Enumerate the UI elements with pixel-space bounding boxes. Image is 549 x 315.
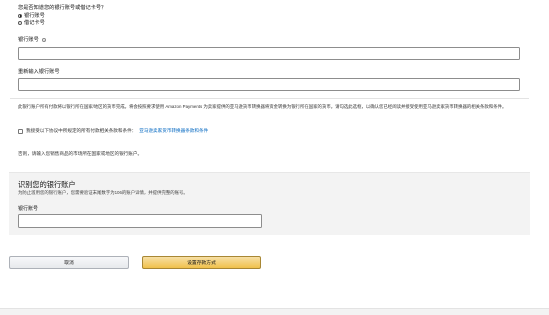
currency-converter-terms-link[interactable]: 亚马逊卖家货币转换器条款和条件 bbox=[139, 128, 208, 134]
bank-account-input[interactable] bbox=[18, 47, 520, 60]
identify-bank-account-panel: 识别您的银行账户 为防止滥用您的银行账户，您需要验证末尾数字为106的账户详情，… bbox=[9, 172, 530, 235]
footnote: 否则，请输入您销售商品的市场所在国家或地区的银行账户。 bbox=[18, 151, 143, 156]
radio-bank-account-label: 银行账号 bbox=[24, 13, 45, 19]
panel-subtitle: 为防止滥用您的银行账户，您需要验证末尾数字为106的账户详情，并提供完整的账号。 bbox=[18, 190, 188, 195]
radio-bank-account[interactable] bbox=[18, 13, 22, 18]
cancel-button[interactable]: 取消 bbox=[9, 256, 129, 269]
panel-field-label: 银行账号 bbox=[18, 206, 39, 212]
info-icon[interactable]: i bbox=[42, 37, 47, 43]
currency-converter-notice: 此银行账户所有付款将以银行所在国家/地区的货币完成。将会按照要求使用 Amazo… bbox=[18, 104, 507, 109]
radio-debit-card[interactable] bbox=[18, 20, 22, 25]
radio-option-bank-account[interactable]: 银行账号 bbox=[18, 12, 45, 19]
accept-terms-row[interactable]: 我接受以下协议中所规定的所有付款相关条款和条件： 亚马逊卖家货币转换器条款和条件 bbox=[18, 128, 208, 134]
panel-bank-account-input[interactable] bbox=[18, 214, 262, 228]
accept-terms-checkbox[interactable] bbox=[18, 128, 23, 134]
reenter-bank-account-input[interactable] bbox=[18, 78, 520, 91]
accept-terms-label: 我接受以下协议中所规定的所有付款相关条款和条件： bbox=[26, 128, 137, 133]
bank-account-label: 银行账号 bbox=[18, 37, 39, 43]
set-deposit-method-button[interactable]: 设置存款方式 bbox=[142, 256, 261, 269]
panel-title: 识别您的银行账户 bbox=[18, 180, 76, 189]
radio-option-debit-card[interactable]: 借记卡号 bbox=[18, 19, 45, 26]
divider bbox=[10, 98, 529, 99]
deposit-method-form: 您是否知道您的银行账号或借记卡号？ 银行账号 借记卡号 银行账号 i 重新输入银… bbox=[0, 0, 549, 315]
reenter-bank-account-label: 重新输入银行账号 bbox=[18, 69, 60, 75]
account-type-question: 您是否知道您的银行账号或借记卡号？ bbox=[18, 5, 107, 11]
bank-account-label-row: 银行账号 i bbox=[18, 36, 47, 43]
radio-debit-card-label: 借记卡号 bbox=[24, 20, 45, 26]
